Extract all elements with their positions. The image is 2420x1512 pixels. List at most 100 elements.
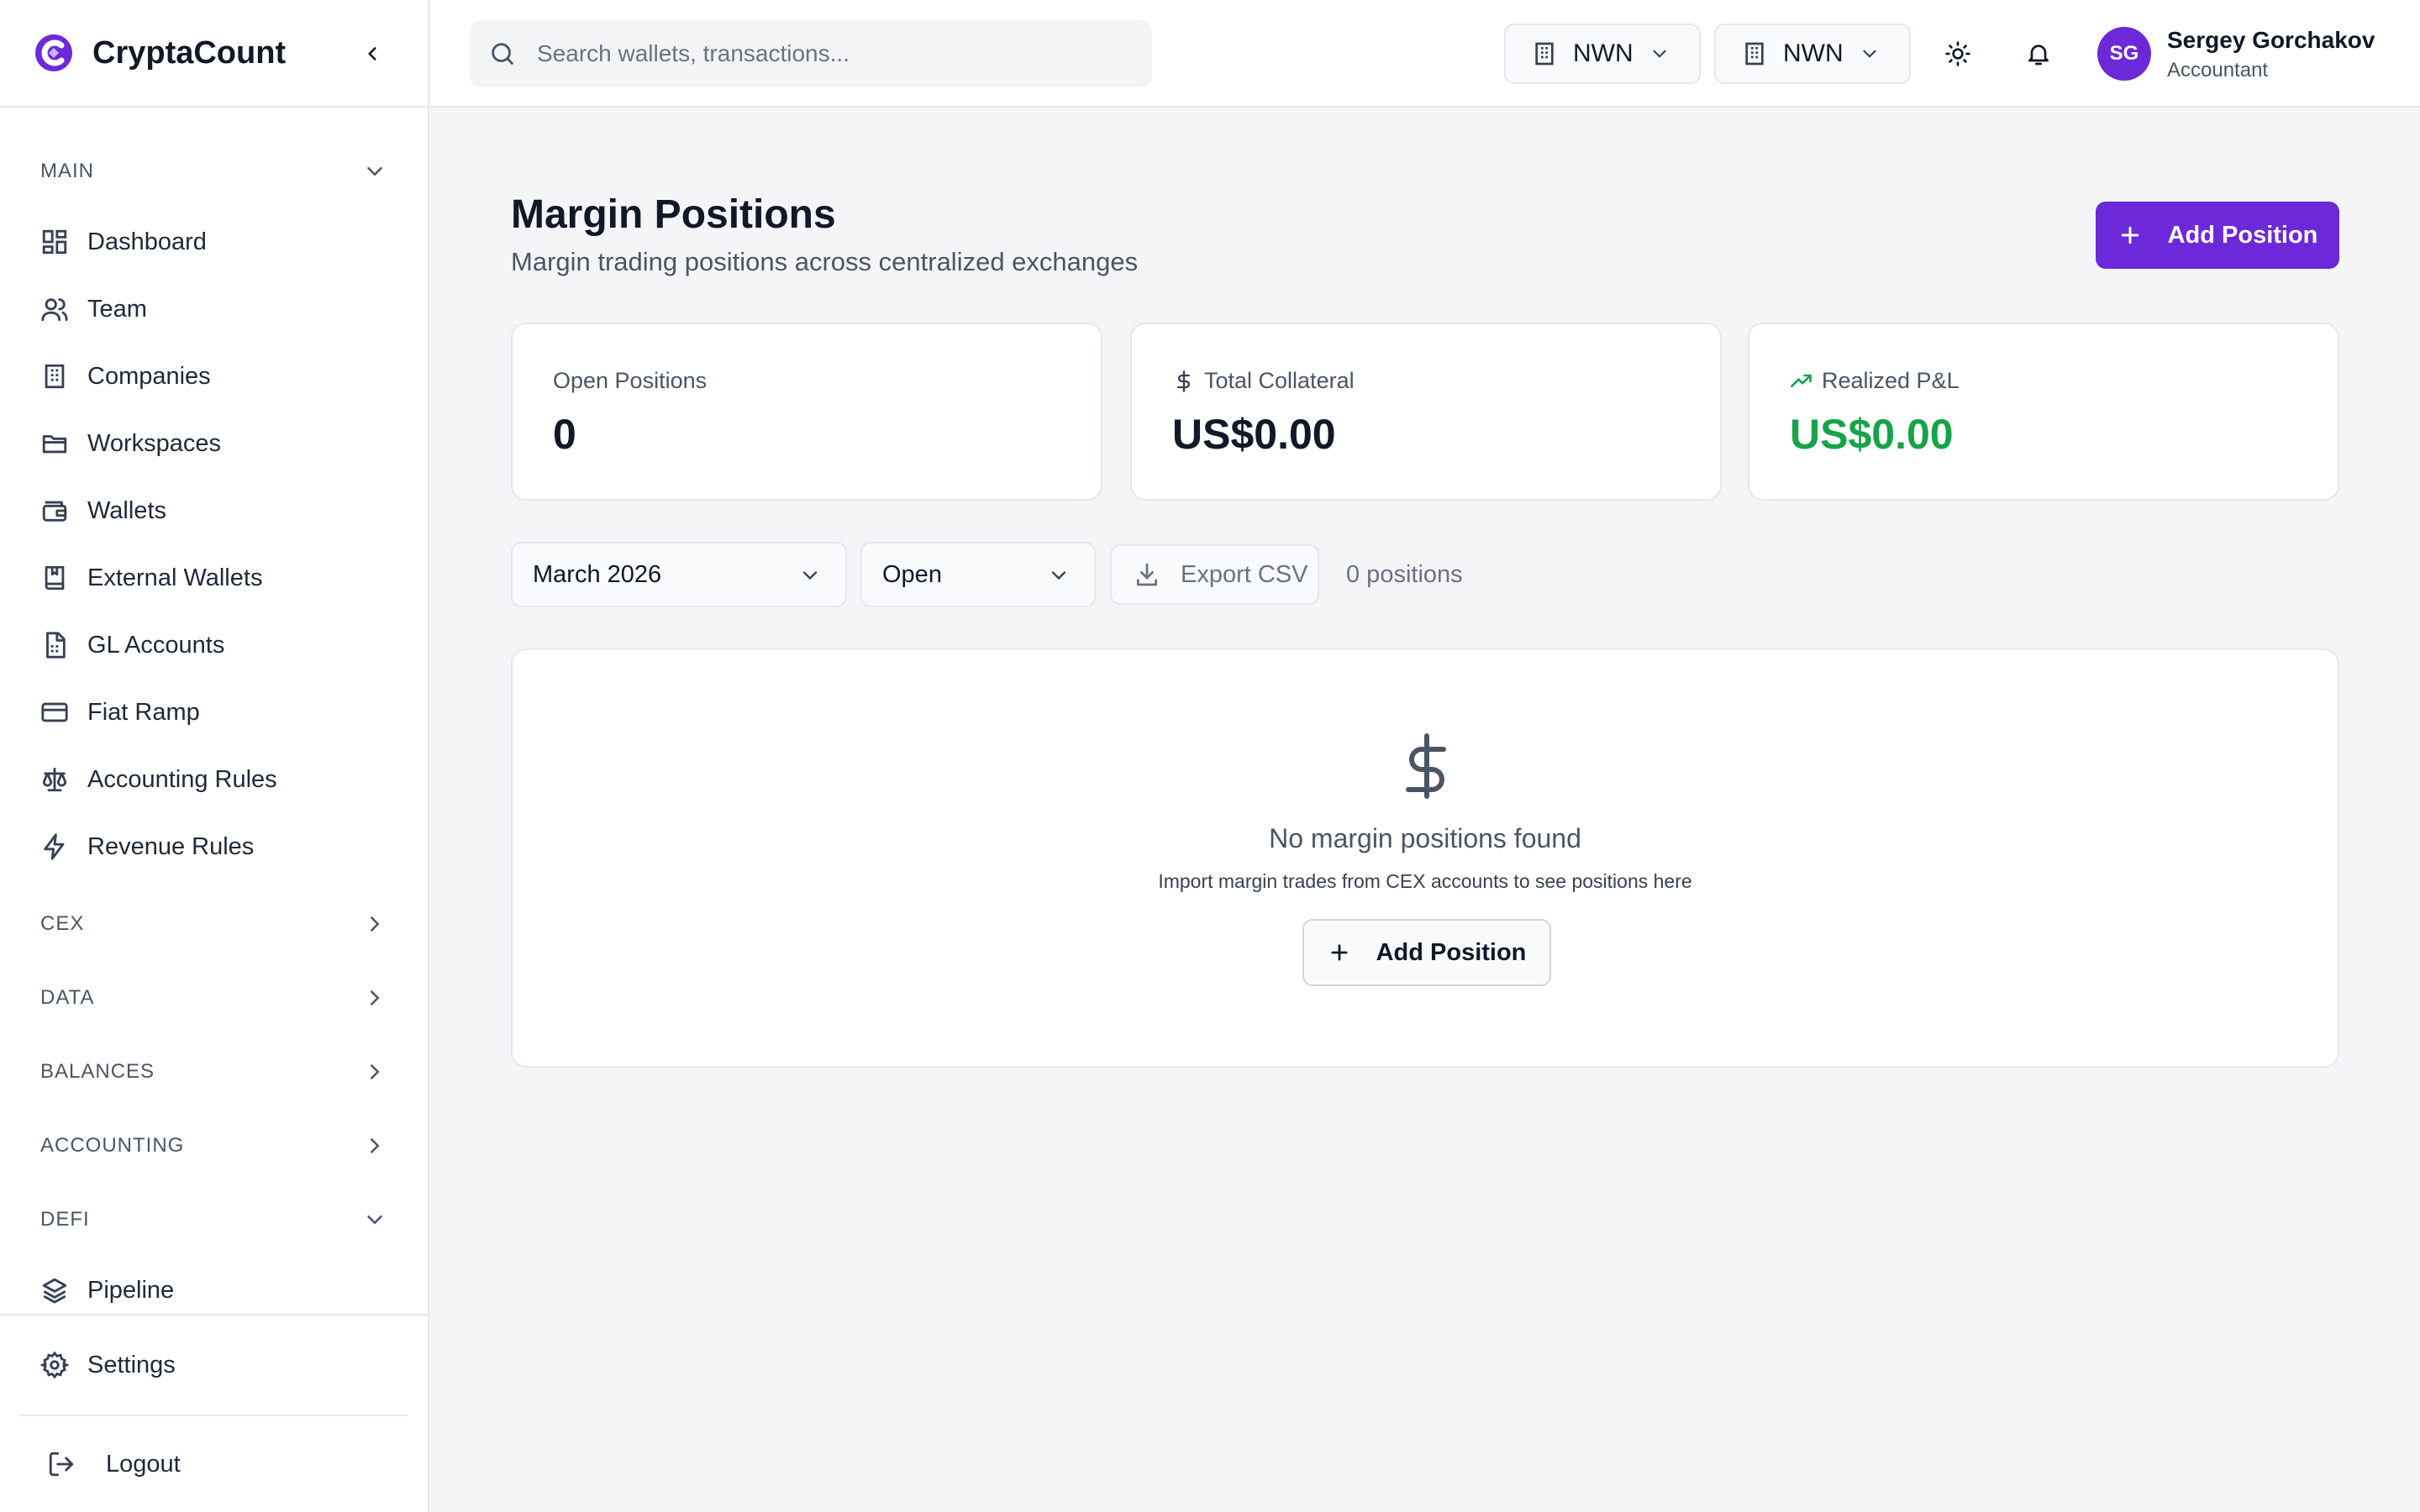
empty-add-position-label: Add Position	[1376, 938, 1527, 966]
wallet-icon	[42, 501, 67, 522]
plus-icon	[1331, 944, 1348, 961]
scale-icon	[42, 767, 67, 792]
folder-icon	[42, 435, 67, 454]
chevron-right-icon	[371, 1064, 380, 1079]
chevron-right-icon	[371, 916, 380, 932]
dollar-icon	[1176, 370, 1190, 392]
org-selector-2[interactable]: NWN	[1714, 24, 1911, 84]
sidebar-item-fiat-ramp[interactable]: Fiat Ramp	[0, 679, 428, 746]
section-accounting[interactable]: ACCOUNTING	[0, 1109, 428, 1183]
dollar-icon	[1406, 733, 1446, 799]
sidebar-item-companies[interactable]: Companies	[0, 343, 428, 410]
section-cex[interactable]: CEX	[0, 887, 428, 961]
sidebar-item-accounting-rules[interactable]: Accounting Rules	[0, 746, 428, 813]
stat-label: Open Positions	[553, 368, 707, 394]
section-balances[interactable]: BALANCES	[0, 1035, 428, 1109]
sidebar-item-label: Accounting Rules	[87, 765, 277, 793]
credit-card-icon	[41, 702, 68, 722]
plus-icon	[2121, 226, 2139, 244]
sidebar-item-label: Pipeline	[87, 1276, 175, 1304]
org-selector-label: NWN	[1573, 39, 1634, 67]
section-data[interactable]: DATA	[0, 961, 428, 1035]
sidebar-item-workspaces[interactable]: Workspaces	[0, 410, 428, 477]
brand-name: CryptaCount	[92, 34, 287, 71]
building-icon	[1745, 42, 1764, 66]
sidebar-item-wallets[interactable]: Wallets	[0, 477, 428, 544]
section-defi[interactable]: DEFI	[0, 1183, 428, 1257]
stat-card-realized-pnl: Realized P&L US$0.00	[1748, 323, 2339, 501]
empty-state-title: No margin positions found	[1269, 823, 1581, 853]
sidebar-item-label: Dashboard	[87, 228, 207, 255]
brand-header: CryptaCount	[0, 0, 428, 108]
export-csv-label: Export CSV	[1181, 560, 1308, 588]
section-label: ACCOUNTING	[40, 1134, 185, 1157]
org-selector-label: NWN	[1783, 39, 1844, 67]
stat-label-text: Total Collateral	[1204, 368, 1355, 393]
sidebar-item-external-wallets[interactable]: External Wallets	[0, 544, 428, 612]
chevron-down-icon	[1051, 571, 1066, 580]
page-title: Margin Positions	[511, 192, 836, 237]
trending-up-icon	[1791, 374, 1812, 387]
sidebar-item-label: Companies	[87, 362, 211, 390]
stat-label: Realized P&L	[1790, 368, 1960, 394]
file-spreadsheet-icon	[46, 632, 66, 659]
users-icon	[41, 298, 68, 322]
topbar: Search wallets, transactions... NWN NWN …	[431, 0, 2420, 108]
building-icon	[45, 364, 65, 389]
stat-value: US$0.00	[1790, 411, 1954, 458]
brand-logo-icon	[35, 34, 72, 71]
stat-label: Total Collateral	[1172, 368, 1355, 394]
sidebar-item-gl-accounts[interactable]: GL Accounts	[0, 612, 428, 679]
dashboard-icon	[42, 229, 67, 255]
sidebar: CryptaCount MAIN Dashboard Team Companie…	[0, 0, 429, 1512]
empty-state-card: No margin positions found Import margin …	[511, 648, 2339, 1068]
avatar[interactable]: SG	[2097, 27, 2151, 81]
search-input[interactable]: Search wallets, transactions...	[470, 20, 1152, 87]
gear-icon	[40, 1351, 69, 1379]
section-label: MAIN	[40, 160, 94, 182]
empty-add-position-button[interactable]: Add Position	[1302, 919, 1551, 986]
sidebar-item-label: GL Accounts	[87, 631, 225, 659]
section-label: DEFI	[40, 1208, 90, 1231]
book-icon	[45, 565, 65, 591]
sidebar-item-label: Fiat Ramp	[87, 698, 200, 726]
sun-icon	[1945, 41, 1970, 66]
notifications-button[interactable]	[2022, 37, 2055, 71]
org-selector-1[interactable]: NWN	[1504, 24, 1701, 84]
logout-label: Logout	[106, 1450, 181, 1478]
section-label: CEX	[40, 912, 85, 935]
sidebar-item-settings[interactable]: Settings	[20, 1315, 408, 1416]
sidebar-item-team[interactable]: Team	[0, 276, 428, 343]
period-select-value: March 2026	[533, 560, 662, 588]
sidebar-item-label: Team	[87, 295, 147, 323]
section-main[interactable]: MAIN	[0, 134, 428, 208]
chevron-down-icon	[367, 1215, 382, 1225]
sidebar-nav: MAIN Dashboard Team Companies Workspaces…	[0, 108, 428, 1324]
theme-toggle-button[interactable]	[1941, 37, 1975, 71]
period-select[interactable]: March 2026	[511, 542, 847, 607]
settings-label: Settings	[87, 1351, 176, 1378]
collapse-sidebar-button[interactable]	[355, 37, 389, 71]
sidebar-item-revenue-rules[interactable]: Revenue Rules	[0, 813, 428, 880]
logout-button[interactable]: Logout	[0, 1416, 428, 1512]
stat-label-text: Open Positions	[553, 368, 708, 393]
download-icon	[1137, 563, 1157, 586]
chevron-right-icon	[371, 990, 380, 1005]
chevron-down-icon	[1863, 50, 1876, 58]
export-csv-button[interactable]: Export CSV	[1110, 544, 1319, 605]
sidebar-item-label: External Wallets	[87, 564, 263, 591]
status-select-value: Open	[882, 560, 942, 588]
chevron-left-icon	[368, 47, 376, 60]
status-select[interactable]: Open	[860, 542, 1096, 607]
positions-count: 0 positions	[1346, 561, 1463, 588]
layers-icon	[42, 1278, 67, 1304]
building-icon	[1535, 42, 1554, 66]
bell-icon	[2028, 45, 2049, 66]
sidebar-item-label: Wallets	[87, 496, 166, 524]
add-position-button[interactable]: Add Position	[2096, 202, 2339, 269]
sidebar-item-dashboard[interactable]: Dashboard	[0, 208, 428, 276]
logout-icon	[49, 1452, 74, 1477]
section-label: BALANCES	[40, 1060, 155, 1083]
zap-icon	[44, 833, 65, 860]
chevron-right-icon	[371, 1138, 380, 1153]
